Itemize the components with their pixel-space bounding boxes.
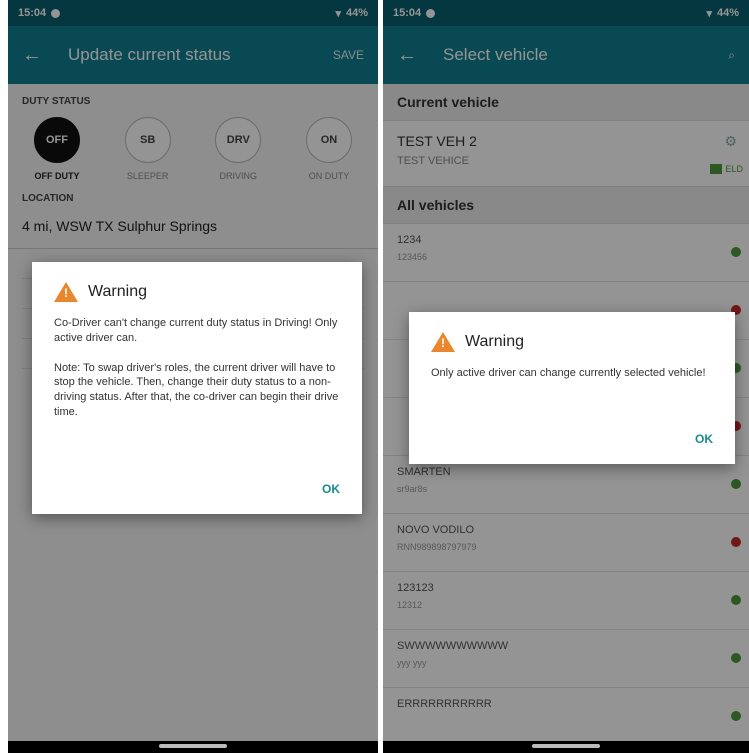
warning-dialog: Warning Co-Driver can't change current d… [32,262,362,514]
home-indicator[interactable] [532,744,600,748]
ok-button[interactable]: OK [695,432,713,446]
dialog-message: Co-Driver can't change current duty stat… [54,317,339,419]
nav-bar [8,741,378,753]
ok-button[interactable]: OK [322,482,340,496]
warning-icon [54,282,78,302]
dialog-title: Warning [465,333,524,350]
dialog-title: Warning [88,283,147,300]
nav-bar [383,741,749,753]
select-vehicle-screen: 15:04 ▾ 44% ← Select vehicle ⌕ Current v… [383,0,749,753]
warning-icon [431,332,455,352]
update-status-screen: 15:04 ▾ 44% ← Update current status SAVE… [8,0,378,753]
home-indicator[interactable] [159,744,227,748]
warning-dialog: Warning Only active driver can change cu… [409,312,735,464]
dialog-message: Only active driver can change currently … [431,367,706,379]
